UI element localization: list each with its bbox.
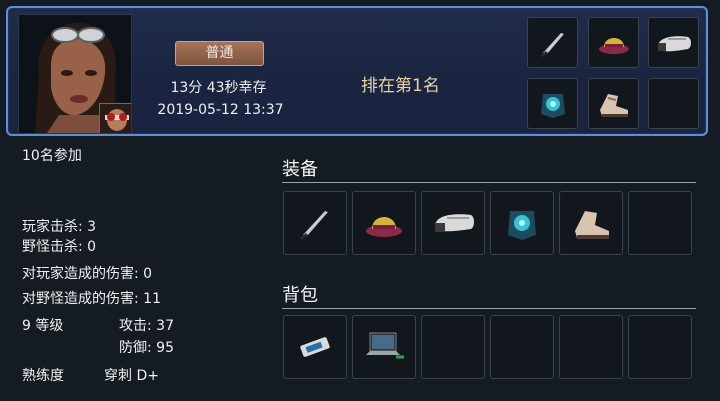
knife-icon (540, 32, 564, 57)
backpack-slot-empty-2[interactable] (490, 315, 554, 379)
match-datetime: 2019-05-12 13:37 (157, 102, 284, 118)
player-kills: 玩家击杀: 3 (22, 219, 97, 235)
attack-stat: 攻击: 37 (119, 318, 174, 334)
proficiency-value: 穿刺 D+ (104, 368, 159, 384)
gauntlet-icon (435, 214, 474, 232)
phone-icon (300, 337, 330, 357)
player-damage: 对玩家造成的伤害: 0 (22, 266, 153, 282)
participants-count: 10名参加 (22, 148, 82, 164)
laptop-icon (366, 332, 404, 359)
defense-stat: 防御: 95 (119, 340, 174, 356)
header-slot-empty[interactable] (648, 78, 699, 129)
knife-icon (300, 211, 328, 240)
header-slot-armor[interactable] (527, 78, 578, 129)
equipment-slot-armor[interactable] (490, 191, 554, 255)
equipment-divider (282, 182, 696, 183)
backpack-slot-empty-1[interactable] (421, 315, 485, 379)
header-slot-gauntlet[interactable] (648, 17, 699, 68)
hat-icon (598, 37, 629, 54)
backpack-slot-empty-3[interactable] (559, 315, 623, 379)
character-portrait (18, 14, 132, 134)
level: 9 等级 (22, 318, 64, 334)
monster-damage: 对野怪造成的伤害: 11 (22, 291, 161, 307)
equipment-slot-knife[interactable] (283, 191, 347, 255)
equipment-slot-hat[interactable] (352, 191, 416, 255)
monster-kills: 野怪击杀: 0 (22, 239, 97, 255)
boots-icon (599, 93, 628, 117)
companion-avatar (99, 103, 131, 133)
result-header-card: 普通 13分 43秒幸存 2019-05-12 13:37 排在第1名 (6, 6, 708, 136)
proficiency-label: 熟练度 (22, 368, 64, 384)
equipment-slot-gauntlet[interactable] (421, 191, 485, 255)
boots-icon (575, 211, 609, 239)
backpack-slot-laptop[interactable] (352, 315, 416, 379)
rank-text: 排在第1名 (361, 76, 440, 96)
equipment-slot-empty[interactable] (628, 191, 692, 255)
header-slot-hat[interactable] (588, 17, 639, 68)
backpack-title: 背包 (282, 285, 318, 306)
armor-icon (540, 93, 565, 118)
backpack-slot-phone[interactable] (283, 315, 347, 379)
backpack-divider (282, 308, 696, 309)
equipment-slot-boots[interactable] (559, 191, 623, 255)
armor-icon (508, 211, 536, 240)
equipment-title: 装备 (282, 159, 318, 180)
survival-time: 13分 43秒幸存 (170, 80, 267, 96)
game-mode-badge: 普通 (175, 41, 264, 66)
hat-icon (366, 217, 402, 237)
gauntlet-icon (657, 35, 691, 51)
header-slot-boots[interactable] (588, 78, 639, 129)
backpack-slot-empty-4[interactable] (628, 315, 692, 379)
header-slot-knife[interactable] (527, 17, 578, 68)
